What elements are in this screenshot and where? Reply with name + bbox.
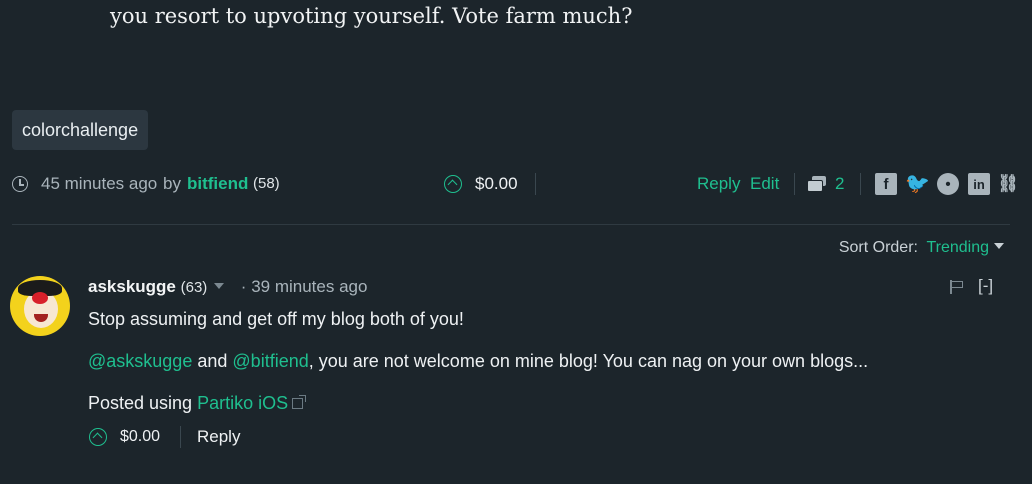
- chevron-down-icon[interactable]: [214, 283, 225, 289]
- linkedin-icon[interactable]: in: [968, 173, 990, 195]
- reply-button[interactable]: Reply: [697, 170, 740, 198]
- comment-author-link[interactable]: askskugge: [88, 277, 176, 296]
- partiko-ios-link[interactable]: Partiko iOS: [197, 393, 288, 413]
- facebook-icon[interactable]: f: [875, 173, 897, 195]
- divider: [535, 173, 536, 195]
- comment-time[interactable]: 39 minutes ago: [251, 277, 367, 296]
- chevron-down-icon[interactable]: [994, 243, 1004, 249]
- post-footer: 45 minutes ago by bitfiend (58) $0.00 Re…: [0, 170, 1032, 198]
- post-time[interactable]: 45 minutes ago: [41, 170, 157, 198]
- section-divider: [12, 224, 1010, 225]
- edit-button[interactable]: Edit: [750, 170, 779, 198]
- by-label: by: [163, 174, 181, 193]
- bullet: ·: [240, 277, 247, 296]
- author-reputation: (58): [253, 175, 280, 192]
- comment-count[interactable]: 2: [835, 170, 844, 198]
- divider: [180, 426, 181, 448]
- mention-bitfiend[interactable]: @bitfiend: [232, 351, 308, 371]
- flag-icon[interactable]: [950, 280, 964, 294]
- comment-line-2: @askskugge and @bitfiend, you are not we…: [88, 349, 868, 373]
- clock-icon: [12, 176, 28, 192]
- upvote-icon[interactable]: [444, 175, 462, 193]
- comment-footer: $0.00 Reply: [88, 424, 488, 450]
- post-payout[interactable]: $0.00: [475, 170, 518, 198]
- sort-order-control: Sort Order: Trending: [839, 237, 1004, 259]
- comment-payout[interactable]: $0.00: [120, 424, 160, 450]
- and-text: and: [197, 351, 228, 371]
- post-body-text: you resort to upvoting yourself. Vote fa…: [110, 4, 633, 28]
- comment-line-2-rest: , you are not welcome on mine blog! You …: [308, 351, 869, 371]
- mention-askskugge[interactable]: @askskugge: [88, 351, 192, 371]
- sort-label: Sort Order:: [838, 239, 918, 256]
- tag-colorchallenge[interactable]: colorchallenge: [12, 110, 149, 150]
- avatar-nose: [32, 292, 48, 304]
- external-link-icon: [292, 395, 307, 409]
- comment-line-3: Posted using Partiko iOS: [88, 391, 307, 415]
- divider: [860, 173, 861, 195]
- comment-header: askskugge (63) · 39 minutes ago: [88, 276, 367, 299]
- upvote-icon[interactable]: [89, 428, 107, 446]
- divider: [794, 173, 795, 195]
- comments-icon[interactable]: [807, 176, 827, 192]
- post-author-link[interactable]: bitfiend: [187, 170, 248, 198]
- avatar[interactable]: [10, 276, 70, 336]
- twitter-icon[interactable]: 🐦: [905, 173, 930, 195]
- comment-line-1: Stop assuming and get off my blog both o…: [88, 309, 464, 329]
- reddit-icon[interactable]: •: [937, 173, 959, 195]
- posted-using-label: Posted using: [88, 393, 193, 413]
- collapse-button[interactable]: [-]: [978, 276, 993, 296]
- link-icon[interactable]: ⛓: [997, 173, 1019, 195]
- comment-reply-button[interactable]: Reply: [197, 424, 240, 450]
- comment-author-reputation: (63): [180, 279, 208, 296]
- sort-value-dropdown[interactable]: Trending: [926, 239, 989, 256]
